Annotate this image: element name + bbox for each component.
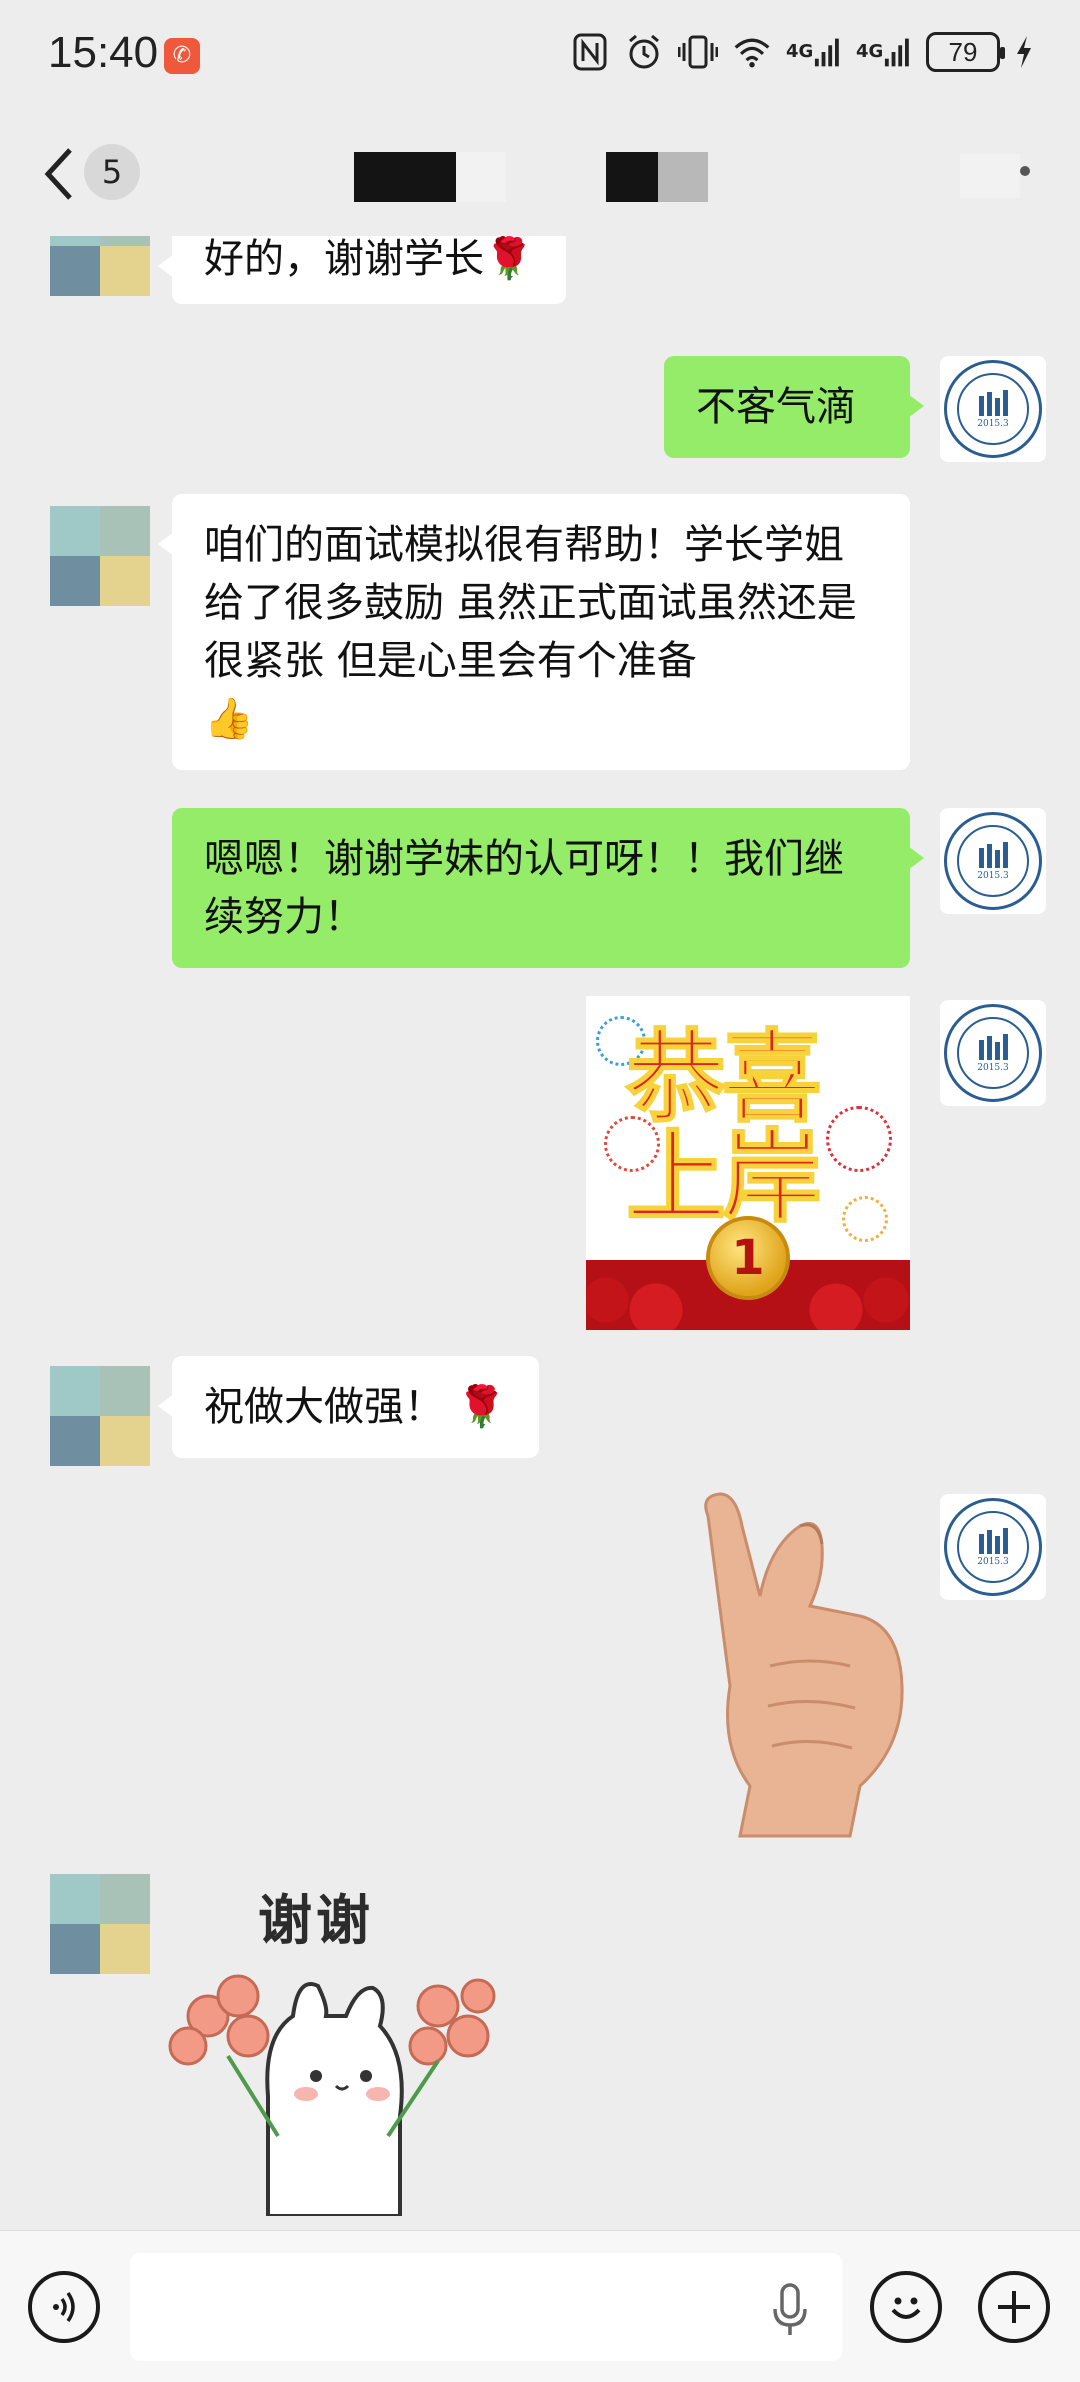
message-text: 咱们的面试模拟很有帮助！学长学姐给了很多鼓励 虽然正式面试虽然还是很紧张 但是心… (204, 522, 857, 684)
message-list[interactable]: 好的，谢谢学长🌹 不客气滴 2015.3 咱们的面试模拟很有帮助！学长学姐给了很… (0, 236, 1080, 2230)
battery-indicator: 79 (926, 32, 1005, 72)
more-functions-button[interactable] (978, 2271, 1050, 2343)
rose-emoji: 🌹 (456, 1384, 507, 1430)
my-avatar[interactable]: 2015.3 (940, 356, 1046, 462)
my-avatar[interactable]: 2015.3 (940, 1494, 1046, 1600)
my-avatar[interactable]: 2015.3 (940, 1000, 1046, 1106)
message-bubble[interactable]: 不客气滴 (664, 356, 924, 458)
message-bubble[interactable]: 咱们的面试模拟很有帮助！学长学姐给了很多鼓励 虽然正式面试虽然还是很紧张 但是心… (158, 494, 910, 770)
my-avatar[interactable]: 2015.3 (940, 808, 1046, 914)
message-input[interactable] (130, 2253, 842, 2361)
message-text: 嗯嗯！谢谢学妹的认可呀！！我们继续努力！ (204, 836, 844, 940)
wifi-icon (732, 32, 772, 72)
message-text: 好的，谢谢学长 (204, 236, 484, 282)
alarm-icon (624, 32, 664, 72)
microphone-icon[interactable] (770, 2281, 810, 2341)
signal-icon-2: 4G (856, 32, 912, 72)
congrats-sticker[interactable]: 恭喜 上岸 1 (586, 996, 910, 1330)
redacted-title-block (456, 152, 506, 202)
redacted-title-block (606, 152, 658, 202)
contact-avatar[interactable] (50, 1366, 150, 1466)
congrats-line-2: 上岸 (625, 1118, 823, 1237)
thanks-bunny-sticker[interactable]: 谢谢 (168, 1876, 498, 2216)
input-bar (0, 2230, 1080, 2382)
finger-heart-hand-icon (704, 1492, 904, 1838)
redacted-menu-block (960, 154, 1020, 198)
message-bubble[interactable]: 好的，谢谢学长🌹 (158, 236, 566, 304)
charging-icon (1014, 32, 1034, 72)
back-arrow-icon[interactable] (40, 144, 90, 204)
more-options-icon[interactable] (1020, 166, 1030, 176)
sticker-caption: 谢谢 (258, 1889, 374, 1952)
status-time: 15:40 (48, 28, 159, 77)
smiley-icon (891, 2297, 921, 2319)
voice-input-button[interactable] (28, 2271, 100, 2343)
unread-count-badge: 5 (84, 144, 140, 200)
chat-header: 5 (0, 110, 1080, 236)
redacted-title-block (658, 152, 708, 202)
finger-heart-sticker[interactable] (690, 1486, 930, 1846)
message-text: 不客气滴 (696, 384, 856, 430)
contact-avatar[interactable] (50, 506, 150, 606)
redacted-title-block (354, 152, 456, 202)
status-icons: 4G 4G 79 (570, 32, 1034, 72)
contact-avatar[interactable] (50, 236, 150, 296)
message-bubble[interactable]: 嗯嗯！谢谢学妹的认可呀！！我们继续努力！ (172, 808, 924, 968)
message-bubble[interactable]: 祝做大做强！ 🌹 (158, 1356, 539, 1458)
voice-wave-icon (53, 2291, 75, 2323)
rose-emoji: 🌹 (484, 236, 534, 282)
plus-icon (998, 2291, 1030, 2323)
gold-medal: 1 (706, 1216, 790, 1300)
status-bar: 15:40 ✆ 4G 4G 79 (0, 0, 1080, 110)
firework-decoration (826, 1106, 892, 1172)
bunny-with-flowers-icon (168, 1974, 496, 2216)
call-in-progress-icon[interactable]: ✆ (164, 38, 200, 74)
nfc-icon (570, 32, 610, 72)
vibrate-icon (678, 32, 718, 72)
signal-icon-1: 4G (786, 32, 842, 72)
message-text: 祝做大做强！ (204, 1384, 444, 1430)
contact-avatar[interactable] (50, 1874, 150, 1974)
emoji-button[interactable] (870, 2271, 942, 2343)
firework-decoration (842, 1196, 888, 1242)
thumbs-up-emoji: 👍 (204, 696, 254, 742)
